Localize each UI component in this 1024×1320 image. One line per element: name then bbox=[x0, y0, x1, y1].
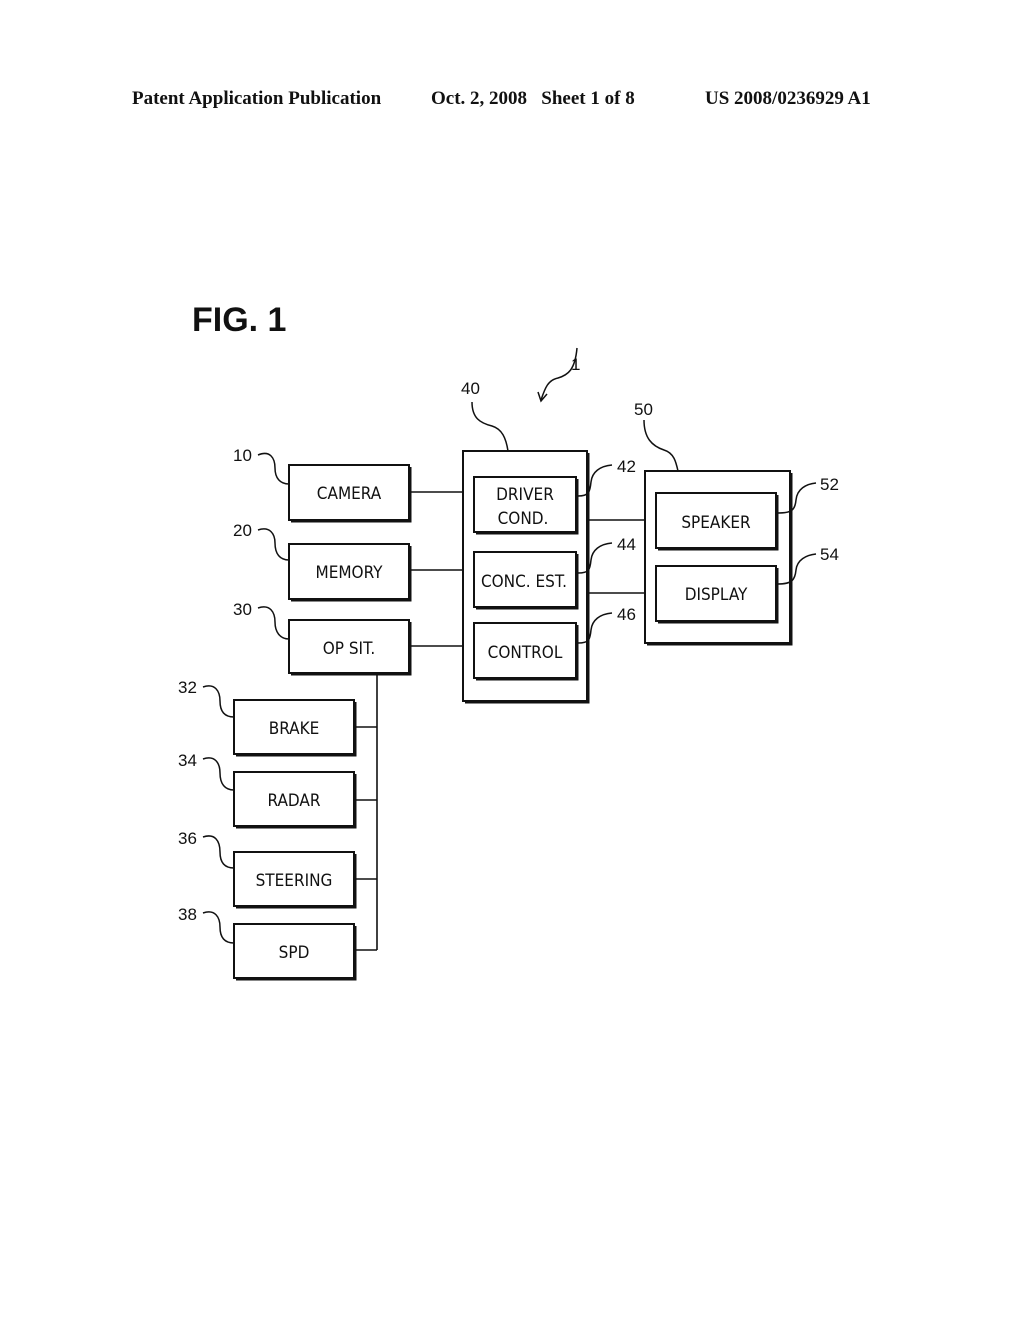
ref-54: 54 bbox=[820, 545, 839, 564]
brake-block: BRAKE bbox=[233, 699, 357, 757]
leader-38 bbox=[202, 911, 235, 944]
conc-est-block: CONC. EST. bbox=[473, 551, 579, 610]
ref-36: 36 bbox=[178, 829, 197, 848]
leader-20 bbox=[257, 528, 290, 561]
leader-40 bbox=[471, 401, 509, 452]
driver-cond-block: DRIVER COND. bbox=[473, 476, 579, 535]
ref-32: 32 bbox=[178, 678, 197, 697]
leader-30 bbox=[257, 606, 290, 640]
ref-44: 44 bbox=[617, 535, 636, 554]
display-block: DISPLAY bbox=[655, 565, 779, 624]
steering-block: STEERING bbox=[233, 851, 357, 909]
ref-34: 34 bbox=[178, 751, 197, 770]
steering-label: STEERING bbox=[256, 871, 333, 891]
memory-label: MEMORY bbox=[316, 563, 384, 583]
radar-block: RADAR bbox=[233, 771, 357, 829]
camera-label: CAMERA bbox=[317, 484, 382, 504]
ref-10: 10 bbox=[233, 446, 252, 465]
ref-50: 50 bbox=[634, 400, 653, 419]
leader-34 bbox=[202, 757, 235, 791]
spd-block: SPD bbox=[233, 923, 357, 981]
ref-20: 20 bbox=[233, 521, 252, 540]
radar-label: RADAR bbox=[268, 791, 321, 811]
leader-32 bbox=[202, 685, 235, 718]
ref-42: 42 bbox=[617, 457, 636, 476]
control-block: CONTROL bbox=[473, 622, 579, 681]
op-sit-label: OP SIT. bbox=[323, 639, 376, 659]
ref-38: 38 bbox=[178, 905, 197, 924]
leader-10 bbox=[257, 452, 290, 485]
block-diagram: FIG. 1 1 CAMERA 10 MEMORY 20 OP SIT. 30 … bbox=[178, 301, 839, 981]
camera-block: CAMERA bbox=[288, 464, 412, 523]
display-label: DISPLAY bbox=[685, 585, 748, 605]
conc-est-label: CONC. EST. bbox=[481, 572, 567, 592]
driver-cond-label-line1: DRIVER bbox=[496, 485, 554, 505]
figure-title: FIG. 1 bbox=[192, 301, 286, 339]
brake-label: BRAKE bbox=[269, 719, 320, 739]
ref-40: 40 bbox=[461, 379, 480, 398]
ref-46: 46 bbox=[617, 605, 636, 624]
speaker-label: SPEAKER bbox=[681, 513, 751, 533]
memory-block: MEMORY bbox=[288, 543, 412, 602]
driver-cond-label-line2: COND. bbox=[498, 509, 549, 529]
speaker-block: SPEAKER bbox=[655, 492, 779, 551]
spd-label: SPD bbox=[279, 943, 310, 963]
ref-52: 52 bbox=[820, 475, 839, 494]
leader-50 bbox=[643, 419, 679, 472]
leader-36 bbox=[202, 835, 235, 869]
ref-30: 30 bbox=[233, 600, 252, 619]
op-sit-block: OP SIT. bbox=[288, 619, 412, 676]
control-label: CONTROL bbox=[488, 643, 563, 663]
